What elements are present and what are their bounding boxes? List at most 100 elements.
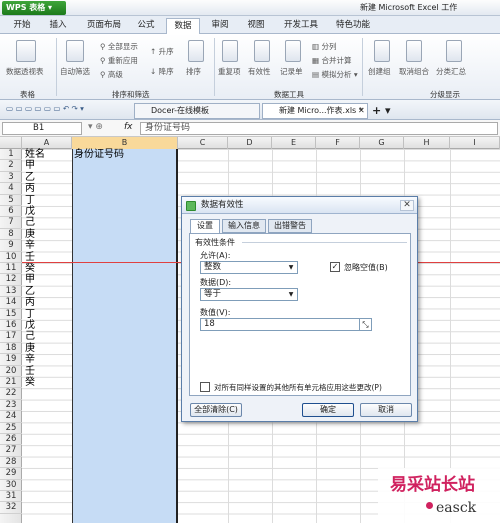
row-header[interactable]: 14	[0, 297, 22, 309]
column-header-h[interactable]: H	[404, 137, 450, 149]
cell-a16[interactable]: 戊	[25, 320, 35, 331]
row-header[interactable]: 2	[0, 160, 22, 172]
sort-icon[interactable]	[188, 40, 204, 62]
cell-a14[interactable]: 丙	[25, 297, 35, 308]
cancel-button[interactable]: 取消	[360, 403, 412, 417]
split-button[interactable]: ▥ 分列	[312, 41, 336, 52]
row-header[interactable]: 7	[0, 217, 22, 229]
validity-icon[interactable]	[254, 40, 270, 62]
cell-a11[interactable]: 癸	[25, 263, 35, 274]
tab-features[interactable]: 特色功能	[330, 18, 376, 34]
row-header[interactable]: 27	[0, 445, 22, 457]
row-header[interactable]: 10	[0, 252, 22, 263]
row-header[interactable]: 4	[0, 183, 22, 195]
column-header-b[interactable]: B	[72, 137, 178, 149]
cell-a19[interactable]: 辛	[25, 354, 35, 365]
create-group-label[interactable]: 创建组	[368, 66, 391, 77]
consolidate-button[interactable]: ▦ 合并计算	[312, 55, 351, 66]
duplicates-icon[interactable]	[222, 40, 238, 62]
column-header-g[interactable]: G	[360, 137, 404, 149]
cell-b1[interactable]: 身份证号码	[74, 149, 124, 160]
sort-desc-button[interactable]: ↓ 降序	[150, 66, 174, 77]
row-header[interactable]: 31	[0, 491, 22, 503]
whatif-button[interactable]: ▤ 模拟分析 ▾	[312, 69, 358, 80]
column-header-f[interactable]: F	[316, 137, 360, 149]
row-header[interactable]: 3	[0, 172, 22, 184]
clear-all-button[interactable]: 全部清除(C)	[190, 403, 242, 417]
cell-a3[interactable]: 乙	[25, 172, 35, 183]
formula-input[interactable]: 身份证号码	[140, 122, 498, 135]
row-header[interactable]: 1	[0, 149, 22, 161]
tab-developer[interactable]: 开发工具	[278, 18, 324, 34]
column-header-a[interactable]: A	[22, 137, 72, 149]
tab-error-alert[interactable]: 出错警告	[268, 219, 312, 233]
doc-tab-workbook[interactable]: 新建 Micro...作表.xls *	[262, 103, 368, 119]
column-header-d[interactable]: D	[228, 137, 272, 149]
tab-input-message[interactable]: 输入信息	[222, 219, 266, 233]
tab-home[interactable]: 开始	[6, 18, 38, 34]
row-header[interactable]: 30	[0, 480, 22, 491]
row-header[interactable]: 32	[0, 502, 22, 514]
tab-page-layout[interactable]: 页面布局	[80, 18, 128, 34]
tab-formula[interactable]: 公式	[130, 18, 162, 34]
row-header[interactable]: 26	[0, 434, 22, 446]
cell-a18[interactable]: 庚	[25, 343, 35, 354]
record-form-icon[interactable]	[285, 40, 301, 62]
row-header[interactable]: 5	[0, 195, 22, 206]
cell-a1[interactable]: 姓名	[25, 149, 45, 160]
row-header[interactable]: 19	[0, 354, 22, 366]
row-header[interactable]: 6	[0, 206, 22, 218]
name-box[interactable]: B1	[2, 122, 82, 135]
pivot-table-label[interactable]: 数据透视表	[6, 66, 44, 77]
row-header[interactable]: 13	[0, 286, 22, 298]
tab-insert[interactable]: 插入	[42, 18, 74, 34]
advanced-button[interactable]: ⚲ 高级	[100, 69, 123, 80]
tab-settings[interactable]: 设置	[190, 219, 220, 234]
cell-a4[interactable]: 丙	[25, 183, 35, 194]
row-header[interactable]: 22	[0, 388, 22, 400]
row-header[interactable]: 9	[0, 240, 22, 252]
formula-buttons[interactable]: ▾ ⊕	[88, 122, 103, 132]
subtotal-label[interactable]: 分类汇总	[436, 66, 466, 77]
cell-a12[interactable]: 甲	[25, 274, 35, 285]
ignore-blank-checkbox[interactable]: ✓	[330, 262, 340, 272]
apply-all-checkbox[interactable]	[200, 382, 210, 392]
row-header[interactable]: 29	[0, 468, 22, 480]
ungroup-icon[interactable]	[406, 40, 422, 62]
data-select[interactable]: 等于 ▼	[200, 288, 298, 301]
range-picker-icon[interactable]: ⤡	[359, 319, 371, 330]
row-header[interactable]: 11	[0, 263, 22, 275]
cell-a5[interactable]: 丁	[25, 195, 35, 206]
cell-a9[interactable]: 辛	[25, 240, 35, 251]
ok-button[interactable]: 确定	[302, 403, 354, 417]
column-header-c[interactable]: C	[178, 137, 228, 149]
row-header[interactable]: 18	[0, 343, 22, 355]
row-header[interactable]: 8	[0, 229, 22, 241]
cell-a15[interactable]: 丁	[25, 309, 35, 320]
pivot-table-icon[interactable]	[16, 40, 36, 62]
row-header[interactable]: 24	[0, 411, 22, 423]
quick-access-icons[interactable]: ▭ ▭ ▭ ▭ ▭ ▭ ↶ ↷ ▾	[6, 104, 84, 113]
cell-a17[interactable]: 己	[25, 331, 35, 342]
show-all-button[interactable]: ⚲ 全部显示	[100, 41, 138, 52]
duplicates-label[interactable]: 重复项	[218, 66, 241, 77]
autofilter-icon[interactable]	[66, 40, 84, 62]
row-header[interactable]: 20	[0, 366, 22, 377]
row-header[interactable]: 15	[0, 309, 22, 320]
cell-a7[interactable]: 己	[25, 217, 35, 228]
doc-tab-docer[interactable]: Docer-在线模板	[134, 103, 260, 119]
ungroup-label[interactable]: 取消组合	[399, 66, 429, 77]
cell-a20[interactable]: 壬	[25, 366, 35, 377]
row-header[interactable]: 17	[0, 331, 22, 343]
selected-column-b[interactable]	[72, 149, 178, 523]
column-header-e[interactable]: E	[272, 137, 316, 149]
group-icon[interactable]	[374, 40, 390, 62]
cell-a8[interactable]: 庚	[25, 229, 35, 240]
app-menu-button[interactable]: WPS 表格 ▾	[2, 1, 66, 15]
cell-a21[interactable]: 癸	[25, 377, 35, 388]
close-tab-icon[interactable]: ✕	[358, 106, 365, 115]
select-all-corner[interactable]	[0, 137, 22, 149]
validity-label[interactable]: 有效性	[248, 66, 271, 77]
row-header[interactable]: 16	[0, 320, 22, 332]
record-form-label[interactable]: 记录单	[280, 66, 303, 77]
